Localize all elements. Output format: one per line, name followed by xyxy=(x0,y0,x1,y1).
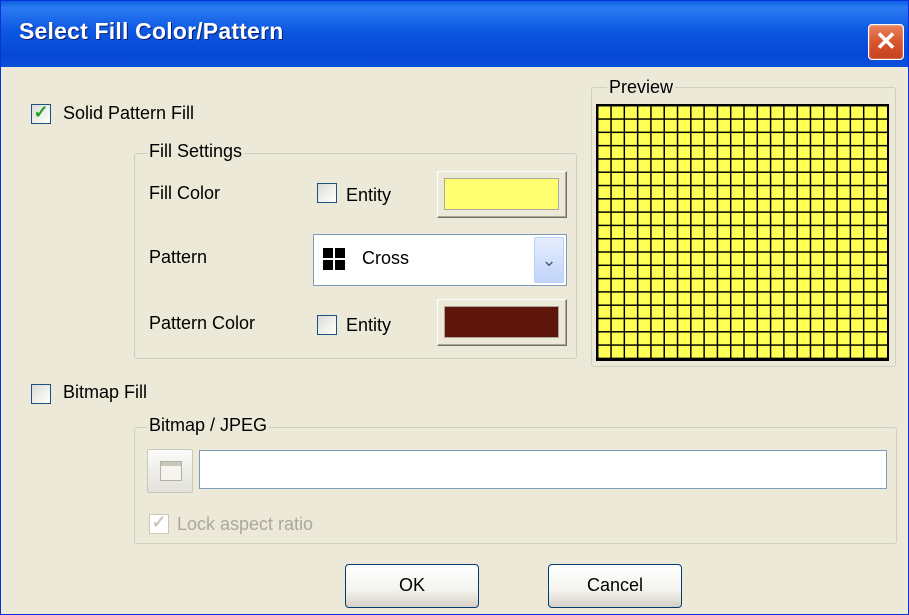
dialog-title: Select Fill Color/Pattern xyxy=(19,18,284,44)
browse-button[interactable] xyxy=(147,449,193,493)
pattern-color-button[interactable] xyxy=(437,299,567,346)
bitmap-jpeg-legend: Bitmap / JPEG xyxy=(147,415,270,436)
chevron-down-icon[interactable]: ⌄ xyxy=(534,237,564,283)
preview-legend: Preview xyxy=(607,77,676,98)
close-button[interactable]: ✕ xyxy=(868,24,904,60)
fill-color-button[interactable] xyxy=(437,171,567,218)
solid-pattern-fill-label[interactable]: Solid Pattern Fill xyxy=(63,103,194,124)
fill-color-entity-label[interactable]: Entity xyxy=(346,185,391,206)
dialog-window: Select Fill Color/Pattern ✕ ✓ Solid Patt… xyxy=(0,0,909,615)
preview-pattern xyxy=(596,104,889,361)
fill-color-swatch xyxy=(444,178,559,210)
pattern-label: Pattern xyxy=(149,247,208,267)
checkmark-icon: ✓ xyxy=(33,102,49,122)
pattern-select-value: Cross xyxy=(362,248,410,268)
title-bar[interactable]: Select Fill Color/Pattern ✕ xyxy=(1,1,908,67)
bitmap-path-input[interactable] xyxy=(199,450,887,489)
bitmap-fill-label[interactable]: Bitmap Fill xyxy=(63,382,147,403)
close-icon: ✕ xyxy=(875,26,897,56)
cancel-button[interactable]: Cancel xyxy=(548,564,682,608)
checkmark-icon: ✓ xyxy=(151,512,167,532)
bitmap-fill-checkbox[interactable] xyxy=(31,384,51,404)
lock-aspect-ratio-label[interactable]: Lock aspect ratio xyxy=(177,514,313,535)
pattern-color-entity-checkbox[interactable] xyxy=(317,315,337,335)
pattern-select[interactable]: Cross ⌄ xyxy=(313,234,567,286)
fill-color-label: Fill Color xyxy=(149,183,221,203)
solid-pattern-fill-checkbox[interactable]: ✓ xyxy=(31,102,51,124)
browse-file-icon xyxy=(160,461,182,481)
lock-aspect-ratio-checkbox[interactable]: ✓ xyxy=(149,512,169,534)
pattern-color-label: Pattern Color xyxy=(149,313,256,333)
pattern-color-swatch xyxy=(444,306,559,338)
ok-button[interactable]: OK xyxy=(345,564,479,608)
fill-color-entity-checkbox[interactable] xyxy=(317,183,337,203)
cross-pattern-icon xyxy=(323,248,345,270)
fill-settings-legend: Fill Settings xyxy=(147,141,245,162)
pattern-color-entity-label[interactable]: Entity xyxy=(346,315,391,336)
